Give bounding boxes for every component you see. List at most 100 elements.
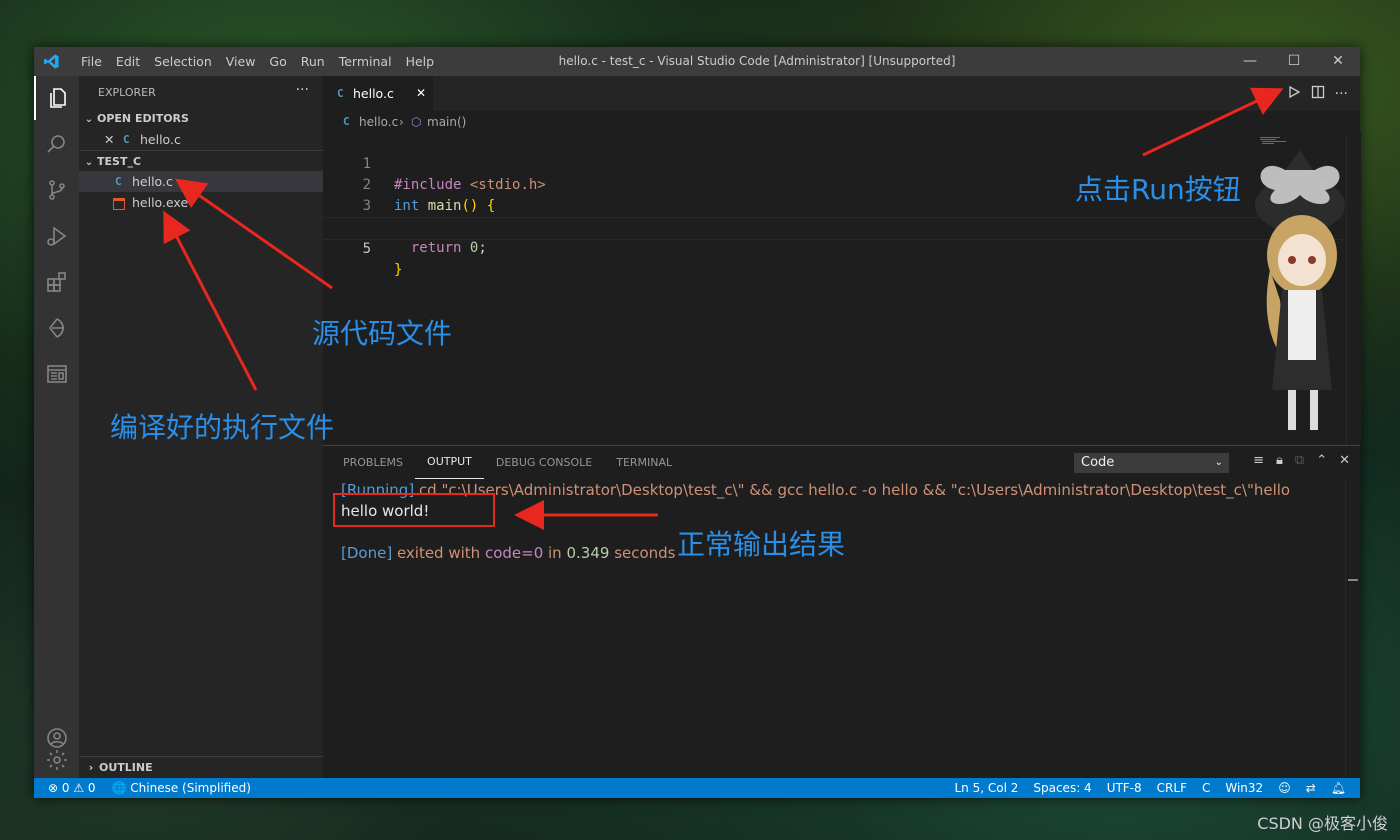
annotation-normal-output: 正常输出结果: [677, 528, 846, 561]
breadcrumb: C hello.c › ⬡ main(): [323, 111, 1360, 133]
folder-section[interactable]: ⌄ TEST_C: [79, 150, 323, 173]
csdn-watermark: CSDN @极客小俊: [1257, 814, 1388, 833]
panel-tabs: PROBLEMS OUTPUT DEBUG CONSOLE TERMINAL: [331, 446, 684, 479]
minimize-button[interactable]: —: [1228, 47, 1272, 76]
menu-bar: File Edit Selection View Go Run Terminal…: [74, 47, 441, 76]
indentation-status[interactable]: Spaces: 4: [1033, 778, 1091, 798]
search-icon: [46, 135, 65, 153]
feedback-icon[interactable]: ☺: [1278, 778, 1291, 798]
chevron-down-icon: ⌄: [1214, 457, 1223, 468]
search-button[interactable]: [34, 122, 79, 166]
platform-status[interactable]: Win32: [1225, 778, 1263, 798]
breadcrumb-symbol[interactable]: main(): [427, 111, 466, 133]
close-window-button[interactable]: ✕: [1316, 47, 1360, 76]
file-name: hello.exe: [132, 195, 189, 210]
exit-code: code=0: [484, 544, 544, 562]
open-editors-section[interactable]: ⌄ OPEN EDITORS: [79, 108, 323, 130]
eol-status[interactable]: CRLF: [1157, 778, 1187, 798]
line-number: 5: [362, 241, 371, 257]
exe-file-icon: [113, 192, 125, 213]
notifications-bell-icon[interactable]: 🔔︎: [1331, 778, 1346, 798]
menu-go[interactable]: Go: [262, 47, 293, 76]
menu-view[interactable]: View: [219, 47, 263, 76]
extensions-icon: [46, 272, 66, 292]
cursor-position[interactable]: Ln 5, Col 2: [955, 778, 1019, 798]
tab-label: hello.c: [353, 86, 394, 101]
file-item-hello-exe[interactable]: hello.exe: [79, 192, 323, 213]
output-channel-select[interactable]: Code ⌄: [1074, 453, 1229, 473]
gear-icon: [46, 750, 67, 770]
folder-label: TEST_C: [97, 155, 142, 168]
run-code-button[interactable]: [1287, 85, 1301, 103]
remote-explorer-icon: [48, 318, 64, 338]
explorer-more-button[interactable]: ···: [296, 82, 309, 98]
file-name: hello.c: [132, 174, 173, 189]
sync-icon[interactable]: ⇄: [1306, 778, 1316, 798]
done-text: exited with: [392, 544, 485, 562]
running-command: cd "c:\Users\Administrator\Desktop\test_…: [414, 481, 1291, 499]
done-tag: [Done]: [341, 544, 393, 562]
menu-terminal[interactable]: Terminal: [332, 47, 399, 76]
vscode-logo-icon: [44, 54, 59, 69]
open-log-button[interactable]: ⧉: [1295, 453, 1304, 468]
editor-actions: ···: [1287, 76, 1348, 111]
clear-output-button[interactable]: ≡: [1253, 453, 1264, 468]
output-done-line: [Done] exited with code=0 in 0.349 secon…: [341, 544, 676, 562]
split-editor-icon: [1311, 85, 1324, 98]
explorer-title: EXPLORER: [98, 86, 156, 99]
background-mascot-image: [1255, 150, 1345, 430]
more-actions-button[interactable]: ···: [1335, 86, 1348, 102]
annotation-source-file: 源代码文件: [312, 317, 453, 350]
panel-scrollbar[interactable]: [1345, 479, 1360, 779]
code-line-current: 5 }: [323, 217, 1343, 278]
activity-bar: [34, 76, 79, 778]
source-control-button[interactable]: [34, 168, 79, 212]
explorer-button[interactable]: [34, 76, 79, 120]
menu-selection[interactable]: Selection: [147, 47, 219, 76]
browser-preview-button[interactable]: [34, 352, 79, 396]
output-channel-value: Code: [1081, 455, 1115, 470]
tab-debug-console[interactable]: DEBUG CONSOLE: [484, 446, 604, 479]
close-panel-button[interactable]: ✕: [1339, 453, 1350, 468]
language-mode[interactable]: C: [1202, 778, 1210, 798]
outline-section[interactable]: › OUTLINE: [79, 756, 323, 779]
breadcrumb-file[interactable]: hello.c: [359, 111, 398, 133]
split-editor-button[interactable]: [1311, 85, 1325, 103]
tab-close-button[interactable]: ✕: [416, 76, 426, 111]
code-line: 1 #include <stdio.h>: [323, 133, 1343, 193]
done-text: in: [543, 544, 567, 562]
account-icon: [46, 728, 67, 748]
open-editors-label: OPEN EDITORS: [97, 112, 189, 125]
title-bar: File Edit Selection View Go Run Terminal…: [34, 47, 1360, 76]
tab-hello-c[interactable]: C hello.c ✕: [323, 76, 433, 111]
window-controls: — ☐ ✕: [1228, 47, 1360, 76]
method-icon: ⬡: [411, 115, 422, 129]
elapsed-time: 0.349: [566, 544, 610, 562]
menu-help[interactable]: Help: [399, 47, 442, 76]
annotation-compiled-exe: 编译好的执行文件: [110, 411, 335, 444]
c-file-icon: C: [115, 175, 122, 188]
menu-file[interactable]: File: [74, 47, 109, 76]
tab-problems[interactable]: PROBLEMS: [331, 446, 415, 479]
run-debug-button[interactable]: [34, 214, 79, 258]
menu-run[interactable]: Run: [294, 47, 332, 76]
tab-output[interactable]: OUTPUT: [415, 446, 484, 479]
maximize-button[interactable]: ☐: [1272, 47, 1316, 76]
problems-status[interactable]: ⊗ 0 ⚠ 0: [48, 778, 96, 798]
open-editor-filename: hello.c: [140, 132, 181, 147]
outline-label: OUTLINE: [99, 761, 153, 774]
manage-button[interactable]: [34, 750, 79, 770]
file-item-hello-c[interactable]: C hello.c: [79, 171, 323, 192]
lock-scroll-button[interactable]: 🔒︎: [1276, 453, 1283, 468]
tab-terminal[interactable]: TERMINAL: [604, 446, 684, 479]
maximize-panel-button[interactable]: ⌃: [1316, 453, 1327, 468]
language-pack-status[interactable]: 🌐 Chinese (Simplified): [112, 778, 251, 798]
open-editor-item[interactable]: ✕ C hello.c: [79, 129, 323, 150]
c-file-icon: C: [123, 133, 130, 146]
remote-button[interactable]: [34, 306, 79, 350]
close-icon[interactable]: ✕: [104, 129, 114, 150]
extensions-button[interactable]: [34, 260, 79, 304]
encoding-status[interactable]: UTF-8: [1107, 778, 1142, 798]
editor-tabs: C hello.c ✕ ···: [323, 76, 1360, 111]
menu-edit[interactable]: Edit: [109, 47, 147, 76]
